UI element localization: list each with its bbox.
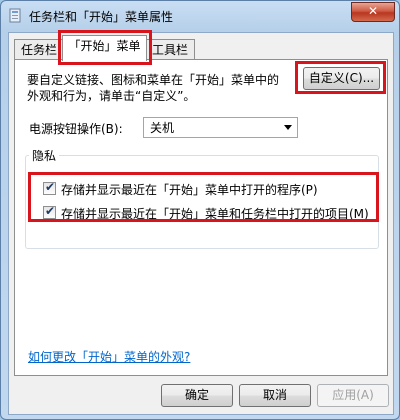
privacy-highlight-box [28,172,379,222]
tab-toolbars[interactable]: 工具栏 [145,39,195,60]
dialog-body: 任务栏 「开始」菜单 工具栏 要自定义链接、图标和菜单在「开始」菜单中的 外观和… [8,30,394,415]
tab-label: 任务栏 [20,43,57,57]
chevron-down-icon [284,125,292,130]
properties-dialog: 任务栏和「开始」菜单属性 ✕ 任务栏 「开始」菜单 工具栏 要自定义链接、图标和… [0,0,400,420]
customize-description: 要自定义链接、图标和菜单在「开始」菜单中的 外观和行为，请单击“自定义”。 [27,72,297,104]
power-button-value: 关机 [150,121,175,135]
title-bar[interactable]: 任务栏和「开始」菜单属性 ✕ [1,1,399,31]
customize-highlight-box [295,61,386,94]
taskbar-app-icon [9,8,23,24]
start-menu-panel: 要自定义链接、图标和菜单在「开始」菜单中的 外观和行为，请单击“自定义”。 自定… [14,59,388,376]
ok-button[interactable]: 确定 [161,384,233,407]
tab-label: 工具栏 [151,43,188,57]
tab-highlight-box [58,30,152,65]
close-icon: ✕ [367,4,379,18]
apply-button[interactable]: 应用(A) [317,384,389,407]
help-link[interactable]: 如何更改「开始」菜单的外观? [28,348,190,365]
close-button[interactable]: ✕ [351,2,395,22]
description-line: 外观和行为，请单击“自定义”。 [27,89,196,103]
tab-taskbar[interactable]: 任务栏 [14,39,64,60]
cancel-button[interactable]: 取消 [239,384,311,407]
power-button-select[interactable]: 关机 [143,117,298,138]
privacy-group-label: 隐私 [29,147,60,164]
power-button-label: 电源按钮操作(B): [29,122,123,136]
window-title: 任务栏和「开始」菜单属性 [29,10,174,24]
description-line: 要自定义链接、图标和菜单在「开始」菜单中的 [27,73,280,87]
